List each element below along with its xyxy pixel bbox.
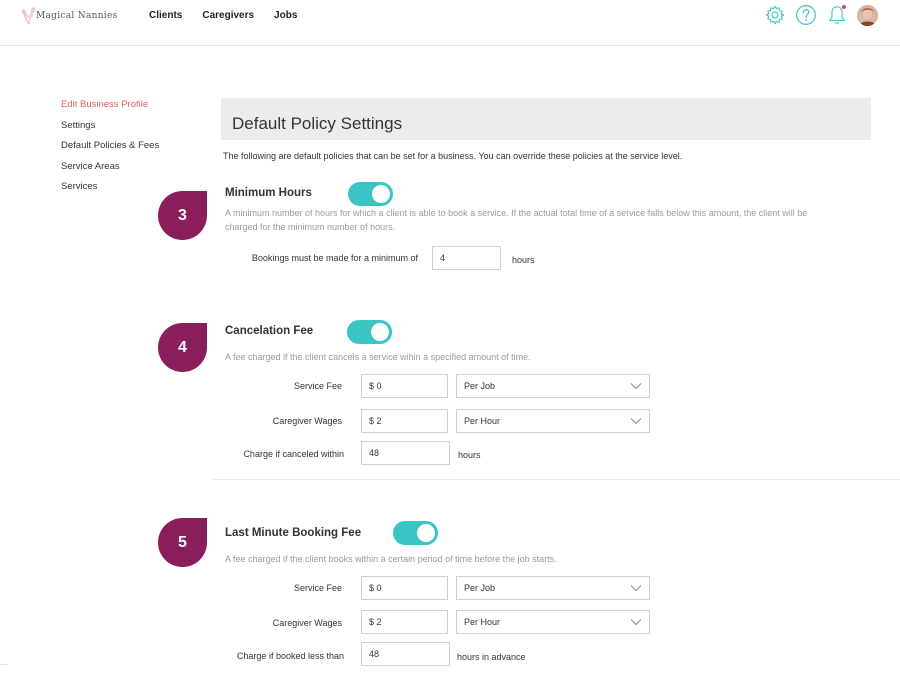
page-title-bar: Default Policy Settings xyxy=(221,98,871,140)
cancel-wages-input[interactable] xyxy=(361,409,448,433)
brand-logo[interactable]: Magical Nannies xyxy=(20,4,120,26)
chevron-down-icon xyxy=(630,619,642,626)
nav-clients[interactable]: Clients xyxy=(149,10,182,21)
edge-line xyxy=(0,664,8,665)
chevron-down-icon xyxy=(630,383,642,390)
last-minute-window-label: Charge if booked less than xyxy=(236,651,344,661)
toggle-knob xyxy=(371,323,389,341)
last-minute-service-fee-basis-select[interactable]: Per Job xyxy=(456,576,650,600)
toggle-knob xyxy=(417,524,435,542)
last-minute-service-fee-label: Service Fee xyxy=(293,583,342,593)
min-hours-label: Bookings must be made for a minimum of xyxy=(251,253,418,263)
toggle-knob xyxy=(372,185,390,203)
bell-icon[interactable] xyxy=(826,4,848,26)
chevron-down-icon xyxy=(630,585,642,592)
last-minute-service-fee-input[interactable] xyxy=(361,576,448,600)
cancel-wages-basis-select[interactable]: Per Hour xyxy=(456,409,650,433)
brand-name: Magical Nannies xyxy=(36,11,118,21)
min-hours-description: A minimum number of hours for which a cl… xyxy=(225,208,808,232)
chevron-down-icon xyxy=(630,418,642,425)
nav-jobs[interactable]: Jobs xyxy=(274,10,297,21)
last-minute-wages-input[interactable] xyxy=(361,610,448,634)
select-value: Per Job xyxy=(464,583,496,593)
cancel-fee-title: Cancelation Fee xyxy=(225,325,314,337)
sidebar-item-default-policies[interactable]: Default Policies & Fees xyxy=(61,139,201,160)
gear-icon[interactable] xyxy=(764,4,786,26)
header-actions xyxy=(764,4,878,26)
cancel-window-label: Charge if canceled within xyxy=(243,449,344,459)
last-minute-wages-label: Caregiver Wages xyxy=(272,618,342,628)
main-nav: Clients Caregivers Jobs xyxy=(149,10,297,21)
min-hours-unit: hours xyxy=(512,255,535,265)
cancel-service-fee-input[interactable] xyxy=(361,374,448,398)
step-badge-4: 4 xyxy=(158,323,207,372)
sidebar-item-service-areas[interactable]: Service Areas xyxy=(61,160,201,181)
top-header: Magical Nannies Clients Caregivers Jobs xyxy=(0,0,900,46)
cancel-window-input[interactable] xyxy=(361,441,450,465)
last-minute-description: A fee charged if the client books within… xyxy=(225,554,557,564)
help-icon[interactable] xyxy=(795,4,817,26)
last-minute-window-input[interactable] xyxy=(361,642,450,666)
page-title: Default Policy Settings xyxy=(232,114,403,133)
section-divider xyxy=(212,479,900,480)
last-minute-toggle[interactable] xyxy=(393,521,438,545)
last-minute-wages-basis-select[interactable]: Per Hour xyxy=(456,610,650,634)
last-minute-window-unit: hours in advance xyxy=(457,652,526,662)
sidebar-item-settings[interactable]: Settings xyxy=(61,119,201,140)
nav-caregivers[interactable]: Caregivers xyxy=(202,10,254,21)
cancel-service-fee-basis-select[interactable]: Per Job xyxy=(456,374,650,398)
settings-sidebar: Edit Business Profile Settings Default P… xyxy=(61,98,201,201)
cancel-window-unit: hours xyxy=(458,450,481,460)
min-hours-title: Minimum Hours xyxy=(225,187,312,199)
avatar-photo-icon xyxy=(857,4,878,26)
cancel-fee-toggle[interactable] xyxy=(347,320,392,344)
last-minute-title: Last Minute Booking Fee xyxy=(225,527,362,539)
min-hours-toggle[interactable] xyxy=(348,182,393,206)
select-value: Per Hour xyxy=(464,416,501,426)
sidebar-item-edit-business-profile[interactable]: Edit Business Profile xyxy=(61,98,201,119)
step-badge-5: 5 xyxy=(158,518,207,567)
select-value: Per Hour xyxy=(464,617,501,627)
avatar[interactable] xyxy=(857,4,878,26)
cancel-wages-label: Caregiver Wages xyxy=(272,416,342,426)
min-hours-input[interactable] xyxy=(432,246,501,270)
step-badge-3: 3 xyxy=(158,191,207,240)
cancel-fee-description: A fee charged if the client cancels a se… xyxy=(225,352,531,362)
cancel-service-fee-label: Service Fee xyxy=(293,381,342,391)
page-intro: The following are default policies that … xyxy=(223,151,683,161)
select-value: Per Job xyxy=(464,381,496,391)
